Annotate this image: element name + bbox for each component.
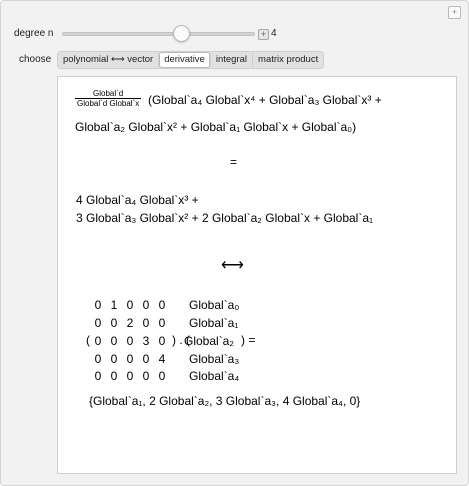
matrix-cell: 0 xyxy=(94,316,102,330)
option-polynomial-vector[interactable]: polynomial ⟷ vector xyxy=(58,52,160,68)
matrix-cell: 0 xyxy=(94,298,102,312)
choose-segmented-control: polynomial ⟷ vector derivative integral … xyxy=(57,51,325,69)
option-integral[interactable]: integral xyxy=(211,52,254,68)
vector-entry: Global`a₄ xyxy=(189,369,240,383)
expand-plus-icon[interactable]: + xyxy=(448,6,461,19)
matrix-cell: 0 xyxy=(126,334,134,348)
matrix-cell: 0 xyxy=(142,369,150,383)
matrix-cell: 0 xyxy=(110,369,118,383)
result-list: {Global`a₁, 2 Global`a₂, 3 Global`a₃, 4 … xyxy=(89,394,361,408)
derivative-denominator: Global`d Global`x xyxy=(77,99,140,108)
matrix-cell: 0 xyxy=(94,369,102,383)
matrix-cell: 0 xyxy=(126,298,134,312)
matrix-cell: 2 xyxy=(126,316,134,330)
matrix-cell: 0 xyxy=(94,334,102,348)
polynomial-line-2: Global`a₂ Global`x² + Global`a₁ Global`x… xyxy=(75,120,357,134)
matrix-cell: 0 xyxy=(110,316,118,330)
matrix-cell: 0 xyxy=(158,334,166,348)
degree-slider-thumb[interactable] xyxy=(173,25,191,42)
polynomial-line-1: (Global`a₄ Global`x⁴ + Global`a₃ Global`… xyxy=(148,93,382,107)
option-matrix-product[interactable]: matrix product xyxy=(253,52,323,68)
matrix-cell: 0 xyxy=(158,298,166,312)
vector-entry: Global`a₃ xyxy=(189,352,240,366)
derivative-operator: Global`d Global`d Global`x xyxy=(75,89,142,108)
choose-label: choose xyxy=(19,54,52,65)
matrix-cell: 0 xyxy=(126,369,134,383)
equals-sign: = xyxy=(230,155,238,169)
degree-label: degree n xyxy=(14,28,54,39)
option-derivative[interactable]: derivative xyxy=(159,52,211,68)
correspondence-arrow: ⟷ xyxy=(221,257,244,274)
degree-slider-track[interactable] xyxy=(62,32,255,36)
result-line-2: 3 Global`a₃ Global`x² + 2 Global`a₂ Glob… xyxy=(76,211,374,225)
matrix-cell: 0 xyxy=(110,334,118,348)
matrix-cell: 3 xyxy=(142,334,150,348)
slider-plus-icon[interactable]: + xyxy=(258,29,269,40)
matrix-cell: 0 xyxy=(110,352,118,366)
matrix-cell: 0 xyxy=(126,352,134,366)
vector-entry: Global`a₂ xyxy=(184,334,235,348)
matrix-cell: 0 xyxy=(142,298,150,312)
vector-entry: Global`a₀ xyxy=(189,298,240,312)
matrix-cell: 0 xyxy=(142,316,150,330)
derivative-numerator: Global`d xyxy=(75,89,142,99)
matrix-cell: 1 xyxy=(110,298,118,312)
result-line-1: 4 Global`a₄ Global`x³ + xyxy=(76,193,199,207)
vector-entry: Global`a₁ xyxy=(189,316,239,330)
degree-value: 4 xyxy=(271,28,277,39)
matrix-cell: 0 xyxy=(142,352,150,366)
matrix-cell: 0 xyxy=(158,316,166,330)
demonstration-panel: + degree n + 4 choose polynomial ⟷ vecto… xyxy=(0,0,469,486)
matrix-cell: 0 xyxy=(158,369,166,383)
output-pane: Global`d Global`d Global`x (Global`a₄ Gl… xyxy=(57,76,457,474)
product-equals: ) = xyxy=(241,333,256,347)
matrix-cell: 4 xyxy=(158,352,166,366)
matrix-cell: 0 xyxy=(94,352,102,366)
